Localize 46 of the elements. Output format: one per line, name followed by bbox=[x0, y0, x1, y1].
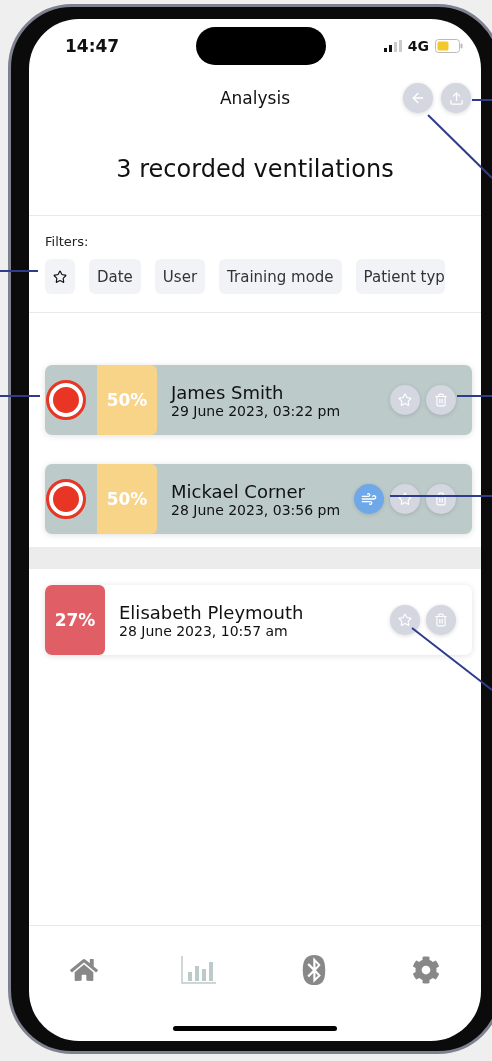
filters-label: Filters: bbox=[45, 234, 90, 249]
home-icon bbox=[70, 956, 99, 984]
patient-name: Mickael Corner bbox=[171, 480, 306, 502]
trash-icon bbox=[434, 613, 448, 627]
leader-line bbox=[0, 270, 39, 272]
recording-date: 28 June 2023, 10:57 am bbox=[119, 622, 288, 639]
filter-chip[interactable]: Training mode bbox=[219, 259, 342, 294]
trash-icon bbox=[434, 492, 448, 506]
signal-icon bbox=[383, 40, 402, 52]
patient-name: James Smith bbox=[171, 381, 285, 403]
star-icon bbox=[53, 269, 67, 284]
recording-date: 28 June 2023, 03:56 pm bbox=[171, 501, 342, 518]
star-icon bbox=[398, 393, 412, 407]
star-icon bbox=[398, 613, 412, 627]
star-icon bbox=[398, 492, 412, 506]
battery-icon bbox=[435, 39, 463, 53]
favorite-button[interactable] bbox=[390, 484, 420, 514]
tab-bar-item[interactable] bbox=[70, 956, 99, 984]
filter-chip[interactable]: User bbox=[154, 259, 206, 294]
filter-chip[interactable]: Patient typ bbox=[355, 259, 445, 294]
settings-icon bbox=[411, 956, 440, 984]
favorites-filter-chip[interactable] bbox=[45, 259, 75, 294]
bar-chart-icon bbox=[180, 956, 217, 984]
score-badge: 27% bbox=[45, 585, 105, 655]
trash-icon bbox=[434, 393, 448, 407]
leader-line bbox=[0, 395, 41, 397]
delete-button[interactable] bbox=[426, 484, 456, 514]
patient-name: Elisabeth Pleymouth bbox=[119, 601, 305, 623]
tab-bar-item[interactable] bbox=[411, 956, 440, 984]
leader-line bbox=[456, 395, 492, 397]
back-arrow-icon bbox=[410, 90, 426, 106]
upload-icon bbox=[448, 90, 464, 106]
recording-card[interactable]: 50% Mickael Corner 28 June 2023, 03:56 pm bbox=[45, 464, 472, 534]
filter-chip[interactable]: Date bbox=[89, 259, 141, 294]
tab-bar-item[interactable] bbox=[180, 956, 217, 984]
screen-title: Analysis bbox=[219, 88, 290, 108]
recordings-headline: 3 recorded ventilations bbox=[29, 123, 481, 216]
ventilation-button[interactable] bbox=[354, 484, 384, 514]
score-badge: 50% bbox=[97, 464, 157, 534]
leader-line bbox=[471, 99, 492, 101]
recording-date: 29 June 2023, 03:22 pm bbox=[171, 402, 342, 419]
wind-icon bbox=[361, 491, 377, 507]
leader-line bbox=[427, 114, 492, 179]
status-time: 14:47 bbox=[65, 36, 120, 56]
score-badge: 50% bbox=[97, 365, 157, 435]
network-label: 4G bbox=[407, 38, 429, 54]
